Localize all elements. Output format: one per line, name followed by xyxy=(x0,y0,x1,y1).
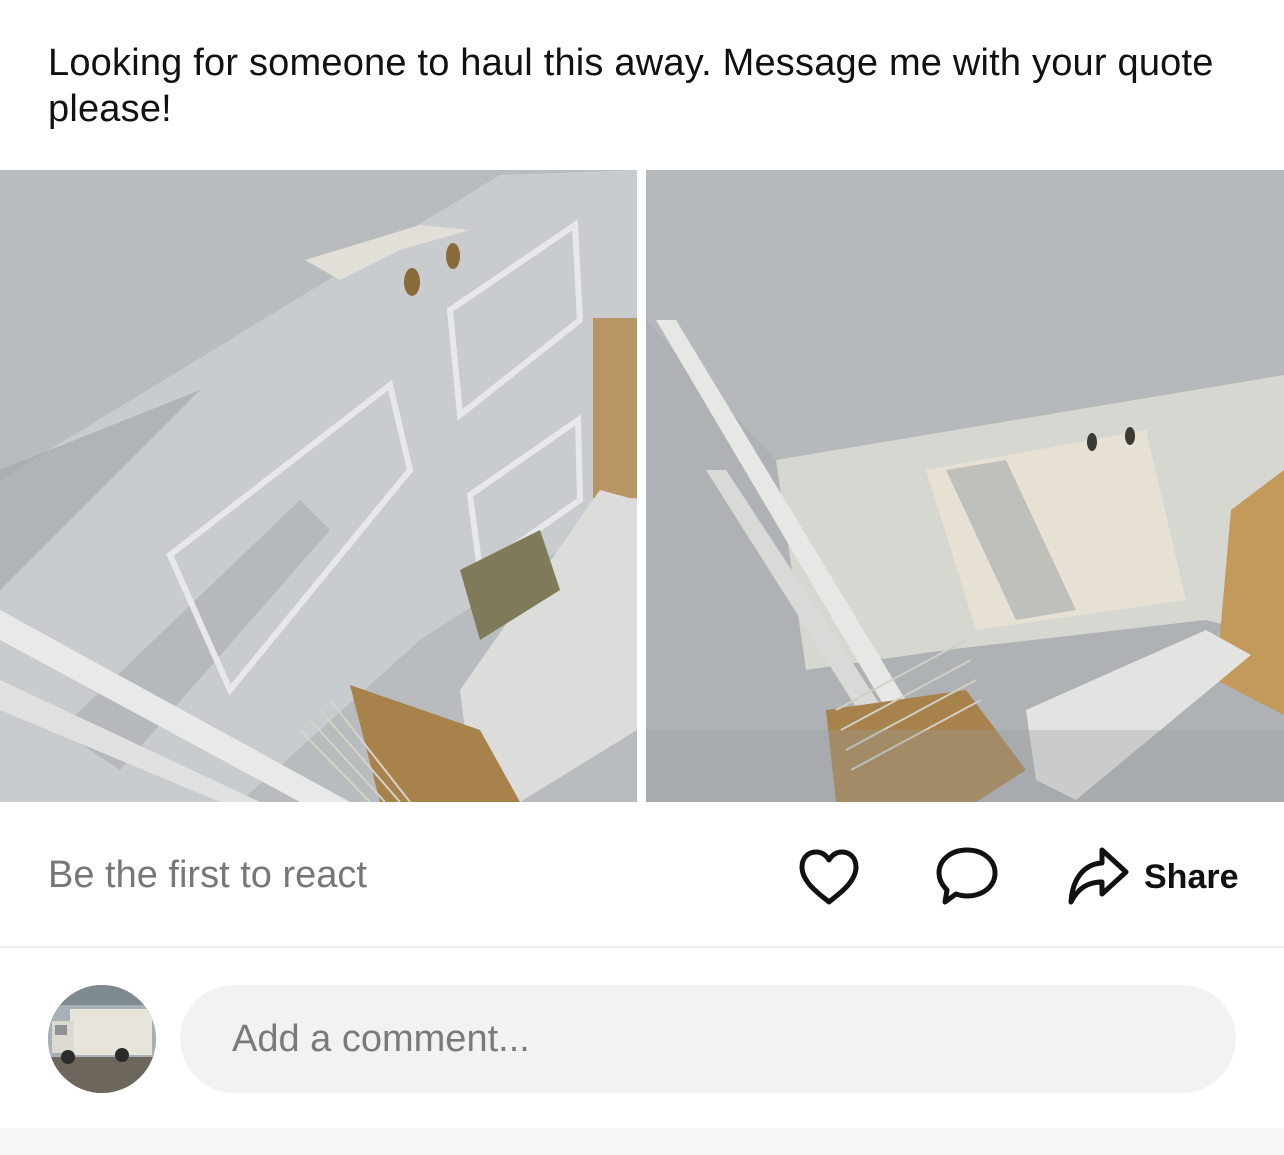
reaction-bar: Be the first to react Share xyxy=(0,802,1284,947)
post-text: Looking for someone to haul this away. M… xyxy=(48,42,1214,130)
comment-button[interactable] xyxy=(932,842,1002,912)
comment-input[interactable] xyxy=(180,985,1236,1093)
bottom-strip xyxy=(0,1128,1284,1155)
avatar-truck xyxy=(48,985,156,1093)
share-arrow-icon xyxy=(1068,847,1129,905)
comment-row xyxy=(0,948,1284,1128)
post-photo-1[interactable] xyxy=(0,170,637,802)
heart-icon xyxy=(799,849,859,905)
share-label: Share xyxy=(1144,857,1239,896)
post-photo-2[interactable] xyxy=(646,170,1284,802)
photo-door-left xyxy=(0,170,637,802)
photo-door-right xyxy=(646,170,1284,802)
share-button[interactable]: Share xyxy=(1066,842,1239,912)
comment-bubble-icon xyxy=(936,847,998,905)
reaction-status: Be the first to react xyxy=(48,854,367,896)
photo-gallery[interactable] xyxy=(0,170,1284,802)
like-button[interactable] xyxy=(794,842,864,912)
user-avatar[interactable] xyxy=(48,985,156,1093)
